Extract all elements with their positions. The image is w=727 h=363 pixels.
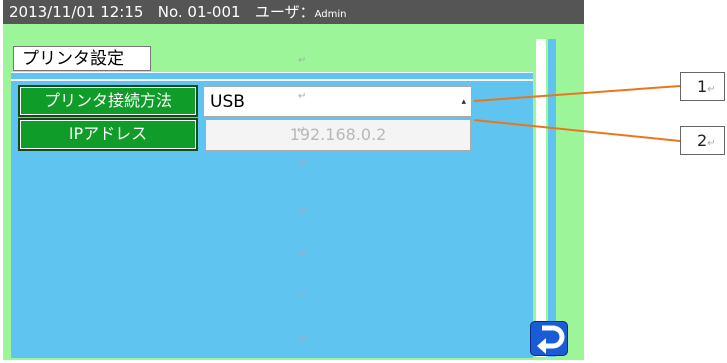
paragraph-mark: ↵ (707, 138, 716, 149)
status-bar: 2013/11/01 12:15 No. 01-001 ユーザ：Admin (3, 0, 584, 24)
settings-panel: プリンタ接続方法 USB ▴ IPアドレス 192.168.0.2 ↵ ↵ ↵ … (11, 55, 533, 358)
paragraph-mark: ↵ (298, 91, 307, 102)
paragraph-mark: ↵ (298, 158, 307, 169)
settings-screen: プリンタ設定 プリンタ接続方法 USB ▴ IPアドレス 192.168.0.2… (3, 24, 584, 360)
ip-address-field[interactable]: 192.168.0.2 (205, 119, 471, 151)
status-user-label: ユーザ： (254, 3, 315, 21)
callout-box-1: 1↵ (680, 72, 725, 101)
paragraph-mark: ↵ (298, 289, 307, 300)
status-datetime: 2013/11/01 12:15 (9, 3, 144, 21)
callout-number: 1 (697, 77, 708, 96)
panel-divider (11, 79, 533, 81)
select-arrow-icon: ▴ (461, 97, 466, 107)
printer-connection-label: プリンタ接続方法 (18, 85, 198, 117)
status-machine-no: No. 01-001 (157, 3, 241, 21)
paragraph-mark: ↵ (298, 55, 307, 66)
callout-box-2: 2↵ (680, 126, 725, 155)
paragraph-mark: ↵ (707, 84, 716, 95)
printer-connection-select[interactable]: USB ▴ (203, 86, 472, 117)
return-arrow-icon (537, 325, 565, 354)
paragraph-mark: ↵ (298, 206, 307, 217)
scrollbar-thumb[interactable] (548, 39, 556, 357)
page-title: プリンタ設定 (13, 46, 151, 71)
callout-number: 2 (697, 131, 708, 150)
return-button[interactable] (530, 321, 568, 356)
scrollbar-track[interactable] (536, 39, 546, 357)
printer-connection-value: USB (210, 92, 245, 112)
ip-address-label: IPアドレス (18, 118, 198, 151)
paragraph-mark: ↵ (298, 334, 307, 345)
paragraph-mark: ↵ (297, 125, 306, 136)
paragraph-mark: ↵ (298, 248, 307, 259)
status-user-name: Admin (314, 9, 347, 20)
